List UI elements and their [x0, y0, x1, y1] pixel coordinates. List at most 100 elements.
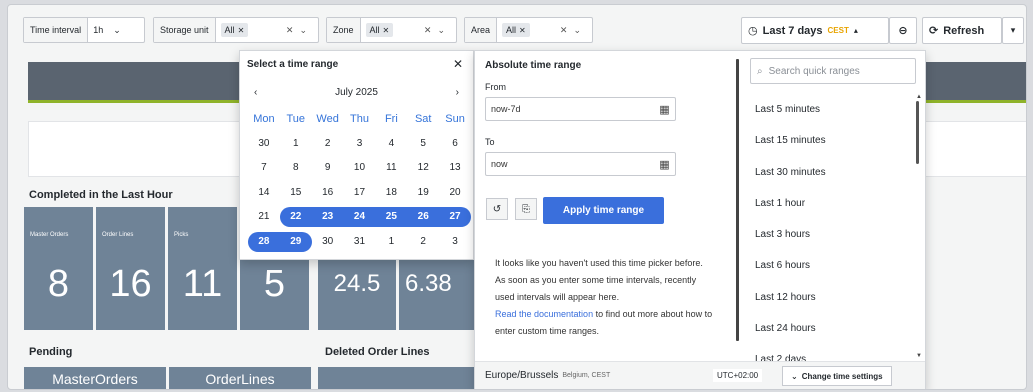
to-input[interactable]: now — [485, 152, 676, 176]
chevron-down-icon[interactable]: ⌄ — [573, 25, 581, 36]
calendar-day[interactable]: 18 — [375, 183, 407, 203]
apply-time-range-button[interactable]: Apply time range — [543, 197, 664, 224]
calendar-day[interactable]: 8 — [280, 158, 312, 178]
variable-area[interactable]: Area All ✕ ✕ ⌄ — [464, 17, 593, 43]
variable-label: Storage unit — [154, 18, 216, 42]
tile-master-orders: Master Orders 8 — [24, 207, 93, 330]
shift-back-icon[interactable]: ↺ — [486, 198, 508, 220]
refresh-interval-dropdown[interactable]: ▾ — [1002, 17, 1024, 44]
deleted-order-lines-title: Deleted Order Lines — [325, 346, 430, 358]
calendar-day[interactable]: 12 — [407, 158, 439, 178]
remove-icon[interactable]: ✕ — [519, 26, 526, 35]
calendar-day[interactable]: 31 — [344, 232, 376, 252]
calendar-day[interactable]: 3 — [439, 232, 471, 252]
scroll-down-icon[interactable]: ▼ — [916, 353, 922, 359]
absolute-range-title: Absolute time range — [485, 60, 582, 71]
variable-value: 1h — [93, 25, 104, 35]
time-range-button[interactable]: ◷ Last 7 days CEST ▴ — [741, 17, 889, 44]
calendar-day[interactable]: 19 — [407, 183, 439, 203]
next-month-icon[interactable]: › — [456, 87, 459, 98]
quick-range-item[interactable]: Last 5 minutes — [755, 104, 910, 135]
filter-chip[interactable]: All ✕ — [365, 23, 394, 37]
refresh-label: Refresh — [943, 24, 985, 37]
calendar-day-selected[interactable]: 27 — [439, 207, 471, 228]
variable-storage-unit[interactable]: Storage unit All ✕ ✕ ⌄ — [153, 17, 319, 43]
close-icon[interactable]: ✕ — [453, 57, 463, 71]
chevron-down-icon[interactable]: ⌄ — [299, 25, 307, 36]
calendar-day[interactable]: 14 — [248, 183, 280, 203]
calendar-day[interactable]: 20 — [439, 183, 471, 203]
calendar-day[interactable]: 9 — [312, 158, 344, 178]
chevron-up-icon: ▴ — [853, 26, 858, 35]
calendar-day[interactable]: 3 — [344, 134, 376, 154]
calendar-day[interactable]: 10 — [344, 158, 376, 178]
quick-range-item[interactable]: Last 6 hours — [755, 260, 910, 291]
calendar-day[interactable]: 15 — [280, 183, 312, 203]
calendar-day-selected[interactable]: 24 — [343, 207, 376, 228]
calendar-day[interactable]: 11 — [375, 158, 407, 178]
chevron-down-icon: ▾ — [1010, 25, 1016, 35]
calendar-day[interactable]: 13 — [439, 158, 471, 178]
clear-icon[interactable]: ✕ — [424, 25, 432, 36]
calendar-day[interactable]: 5 — [407, 134, 439, 154]
clear-icon[interactable]: ✕ — [560, 25, 568, 36]
to-label: To — [485, 137, 495, 147]
calendar-day-selected[interactable]: 23 — [311, 207, 344, 228]
calendar-day[interactable]: 21 — [248, 207, 280, 227]
pending-title: Pending — [29, 346, 73, 358]
info-text: It looks like you haven't used this time… — [495, 258, 713, 336]
calendar-day[interactable]: 7 — [248, 158, 280, 178]
refresh-icon: ⟳ — [929, 25, 939, 37]
quick-range-item[interactable]: Last 12 hours — [755, 292, 910, 323]
change-time-settings-button[interactable]: ⌄ Change time settings — [782, 366, 892, 386]
documentation-link[interactable]: Read the documentation — [495, 309, 593, 319]
zoom-out-button[interactable]: ⊖ — [889, 17, 917, 44]
calendar-day-selected[interactable]: 22 — [279, 207, 312, 228]
calendar-day[interactable]: 1 — [375, 232, 407, 252]
chevron-down-icon[interactable]: ⌄ — [437, 25, 445, 36]
calendar-day[interactable]: 16 — [312, 183, 344, 203]
calendar-day[interactable]: 30 — [248, 134, 280, 154]
copy-icon[interactable]: ⎘ — [515, 198, 537, 220]
calendar-day[interactable]: 2 — [407, 232, 439, 252]
clock-icon: ◷ — [748, 25, 758, 37]
calendar-day-selected[interactable]: 28 — [248, 231, 280, 252]
quick-range-item[interactable]: Last 24 hours — [755, 323, 910, 354]
weekday-header: Mon Tue Wed Thu Fri Sat Sun — [253, 113, 465, 126]
from-input[interactable]: now-7d — [485, 97, 676, 121]
variable-label: Time interval — [24, 18, 89, 42]
calendar-day[interactable]: 2 — [312, 134, 344, 154]
variable-zone[interactable]: Zone All ✕ ✕ ⌄ — [326, 17, 457, 43]
calendar-day[interactable]: 17 — [344, 183, 376, 203]
variable-label: Area — [465, 18, 498, 42]
previous-month-icon[interactable]: ‹ — [254, 87, 257, 98]
chevron-down-icon: ⌄ — [791, 371, 798, 381]
chevron-down-icon[interactable]: ⌄ — [113, 25, 121, 36]
scroll-up-icon[interactable]: ▲ — [916, 94, 922, 100]
completed-title: Completed in the Last Hour — [29, 189, 173, 201]
calendar-day[interactable]: 1 — [280, 134, 312, 154]
calendar-icon[interactable]: ▦ — [653, 152, 676, 176]
filter-chip[interactable]: All ✕ — [220, 23, 249, 37]
quick-range-item[interactable]: Last 30 minutes — [755, 167, 910, 198]
variable-time-interval[interactable]: Time interval 1h ⌄ — [23, 17, 145, 43]
filter-chip[interactable]: All ✕ — [502, 23, 530, 37]
calendar-day[interactable]: 30 — [312, 232, 344, 252]
quick-range-item[interactable]: Last 1 hour — [755, 198, 910, 229]
remove-icon[interactable]: ✕ — [238, 26, 245, 35]
refresh-button[interactable]: ⟳ Refresh — [922, 17, 1002, 44]
from-label: From — [485, 82, 506, 92]
calendar-day-selected[interactable]: 29 — [279, 231, 312, 252]
calendar-day[interactable]: 4 — [375, 134, 407, 154]
calendar-day[interactable]: 6 — [439, 134, 471, 154]
quick-range-search[interactable]: ⌕ Search quick ranges — [750, 58, 916, 84]
scrollbar[interactable] — [916, 101, 919, 164]
remove-icon[interactable]: ✕ — [383, 26, 390, 35]
calendar-week: 30 1 2 3 4 5 6 — [248, 132, 471, 157]
calendar-day-selected[interactable]: 25 — [375, 207, 408, 228]
quick-range-item[interactable]: Last 15 minutes — [755, 135, 910, 166]
calendar-icon[interactable]: ▦ — [653, 97, 676, 121]
clear-icon[interactable]: ✕ — [286, 25, 294, 36]
quick-range-item[interactable]: Last 3 hours — [755, 229, 910, 260]
calendar-day-selected[interactable]: 26 — [407, 207, 440, 228]
